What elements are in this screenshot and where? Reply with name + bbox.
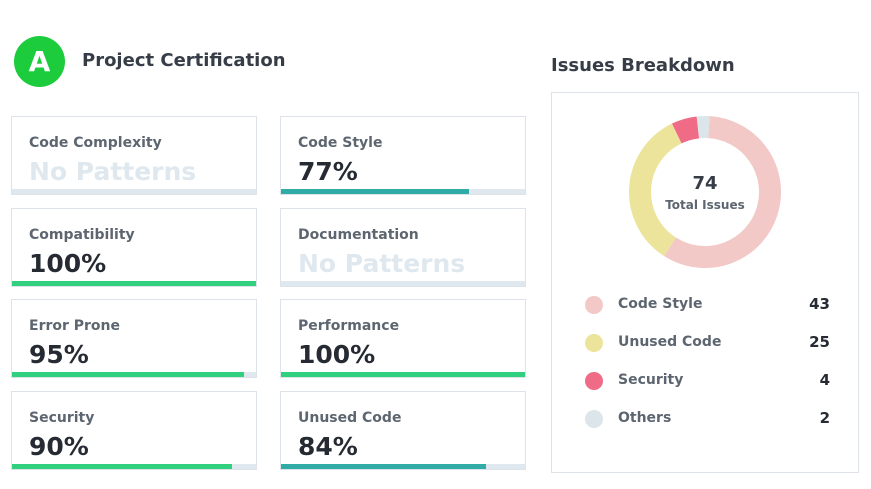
legend-count: 43 — [809, 295, 830, 313]
metric-card-performance[interactable]: Performance 100% — [280, 299, 526, 378]
issues-panel: 74 Total Issues Code Style 43 Unused Cod… — [551, 92, 859, 473]
metric-bar-track — [12, 464, 256, 469]
metric-value: 100% — [29, 249, 107, 278]
legend-dot — [585, 334, 603, 352]
metric-bar-track — [281, 464, 525, 469]
metric-label: Unused Code — [298, 410, 402, 426]
metric-bar-fill — [281, 189, 469, 194]
legend-dot — [585, 372, 603, 390]
metric-card-security[interactable]: Security 90% — [11, 391, 257, 470]
metric-label: Performance — [298, 318, 400, 334]
metric-card-unused-code[interactable]: Unused Code 84% — [280, 391, 526, 470]
legend-item-security[interactable]: Security 4 — [585, 370, 830, 392]
metric-card-compatibility[interactable]: Compatibility 100% — [11, 208, 257, 287]
total-issues-label: Total Issues — [665, 197, 745, 212]
page-title: Project Certification — [82, 50, 286, 71]
metric-bar-fill — [12, 372, 244, 377]
metric-label: Compatibility — [29, 227, 135, 243]
metric-value: No Patterns — [298, 249, 466, 278]
legend-dot — [585, 296, 603, 314]
legend-name: Security — [618, 372, 684, 388]
grade-badge: A — [14, 36, 65, 87]
metric-bar-track — [12, 189, 256, 194]
metric-card-error-prone[interactable]: Error Prone 95% — [11, 299, 257, 378]
metric-bar-track — [12, 281, 256, 286]
metric-bar-fill — [12, 281, 256, 286]
metric-card-code-complexity[interactable]: Code Complexity No Patterns — [11, 116, 257, 195]
metric-value: 100% — [298, 340, 376, 369]
legend-count: 4 — [819, 371, 830, 389]
legend-count: 2 — [819, 409, 830, 427]
issues-title: Issues Breakdown — [551, 55, 735, 76]
donut-center: 74 Total Issues — [629, 116, 781, 268]
metric-bar-track — [281, 281, 525, 286]
metric-bar-fill — [281, 464, 486, 469]
metric-label: Documentation — [298, 227, 419, 243]
metric-value: No Patterns — [29, 157, 197, 186]
metric-value: 84% — [298, 432, 358, 461]
metric-bar-fill — [12, 464, 232, 469]
metric-label: Security — [29, 410, 95, 426]
legend-item-code-style[interactable]: Code Style 43 — [585, 294, 830, 316]
legend-dot — [585, 410, 603, 428]
metric-card-documentation[interactable]: Documentation No Patterns — [280, 208, 526, 287]
metric-label: Code Style — [298, 135, 383, 151]
metric-card-code-style[interactable]: Code Style 77% — [280, 116, 526, 195]
legend-name: Code Style — [618, 296, 703, 312]
metric-bar-track — [281, 189, 525, 194]
total-issues-count: 74 — [692, 172, 718, 194]
metric-bar-fill — [281, 372, 525, 377]
legend-name: Unused Code — [618, 334, 722, 350]
metric-bar-track — [12, 372, 256, 377]
metric-value: 90% — [29, 432, 89, 461]
legend-item-others[interactable]: Others 2 — [585, 408, 830, 430]
metric-label: Error Prone — [29, 318, 121, 334]
metric-value: 77% — [298, 157, 358, 186]
legend-item-unused-code[interactable]: Unused Code 25 — [585, 332, 830, 354]
legend-count: 25 — [809, 333, 830, 351]
legend-name: Others — [618, 410, 672, 426]
metric-bar-track — [281, 372, 525, 377]
metric-label: Code Complexity — [29, 135, 162, 151]
metric-value: 95% — [29, 340, 89, 369]
